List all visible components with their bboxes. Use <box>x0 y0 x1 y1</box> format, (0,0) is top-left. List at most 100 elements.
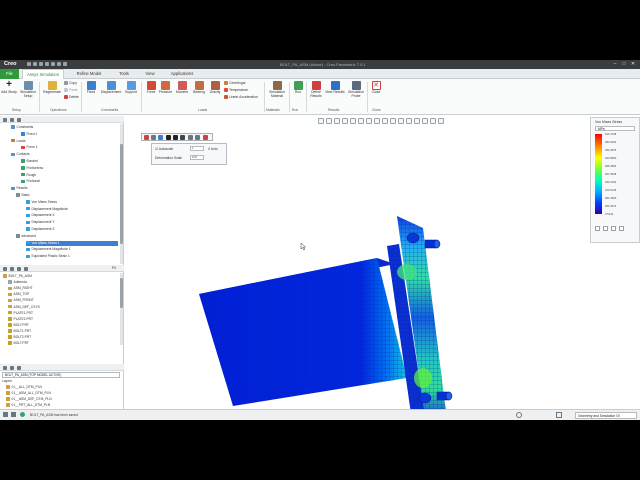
unit-select[interactable]: MPa <box>595 126 635 131</box>
scale-select[interactable]: 1 <box>190 146 204 151</box>
new-icon[interactable] <box>27 62 31 66</box>
regenerate-icon[interactable] <box>57 62 61 66</box>
step-icon[interactable] <box>180 135 185 140</box>
tree-item[interactable]: Von Mises Stress <box>26 200 118 205</box>
tree-item[interactable]: Loads <box>11 139 118 144</box>
model-tree-item[interactable]: BOLT1.PRT <box>8 329 31 334</box>
legend-settings-icon[interactable] <box>595 226 600 231</box>
tree-item[interactable]: Displacement Magnitude 1 <box>26 247 118 252</box>
model-tree-item[interactable]: ASM_FRONT <box>8 298 34 303</box>
legend-export-icon[interactable] <box>619 226 624 231</box>
model-tree-icon[interactable] <box>3 266 7 271</box>
tree-item[interactable]: Displacement Z <box>26 227 118 232</box>
tree-item[interactable]: Frictionless <box>21 166 118 171</box>
stop-icon[interactable] <box>144 135 149 140</box>
undo-icon[interactable] <box>45 62 49 66</box>
tab-view[interactable]: View <box>140 69 160 79</box>
legend-range-icon[interactable] <box>611 226 616 231</box>
layer-icon[interactable] <box>3 365 7 370</box>
regenerate-status-icon[interactable] <box>516 412 522 418</box>
view-results-button[interactable]: View Results <box>325 81 345 95</box>
tree-item[interactable]: Basic <box>16 193 118 198</box>
graphics-window[interactable]: ☑ Autoscale 1 X Auto Deformation Scale 1… <box>125 116 640 409</box>
redo-icon[interactable] <box>51 62 55 66</box>
simulation-probe-button[interactable]: Simulation Probe <box>345 81 367 99</box>
active-layer-model-select[interactable]: BOLT_PA_ASM (TOP MODEL ACTIVE) <box>2 372 120 378</box>
tab-ansys-simulation[interactable]: Ansys Simulation <box>22 69 64 79</box>
support-button[interactable]: Support <box>122 81 140 95</box>
deformation-scale-input[interactable]: 100 <box>190 155 204 160</box>
browser-toggle-icon[interactable] <box>11 412 16 417</box>
moment-button[interactable]: Moment <box>173 81 191 95</box>
settings-icon[interactable] <box>158 135 163 140</box>
close-simulation-button[interactable]: ✕ Close <box>367 81 385 95</box>
model-tree-item[interactable]: BOLT2.PRT <box>8 335 31 340</box>
tab-refine-model[interactable]: Refine Model <box>70 69 108 79</box>
model-tree-item[interactable]: BOLT.PRT <box>8 341 29 346</box>
tree-item[interactable]: Displacement Y <box>26 220 118 225</box>
run-button[interactable]: Run <box>289 81 307 95</box>
simulation-material-button[interactable]: Simulation Material <box>266 81 288 99</box>
tree-item[interactable]: Force 1 <box>21 145 118 150</box>
tree-item[interactable]: Results <box>11 186 118 191</box>
tree-item[interactable]: advanced <box>16 234 118 239</box>
tree-item[interactable]: Displacement Magnitude <box>26 207 118 212</box>
layer-item[interactable]: 01__ALL_DTM_PLN <box>6 385 42 390</box>
tree-item[interactable]: Displacement X <box>26 213 118 218</box>
tree-item[interactable]: Bonded <box>21 159 118 164</box>
maximize-button[interactable]: □ <box>620 61 628 68</box>
model-tree-item[interactable]: PLATE1.PRT <box>8 311 33 316</box>
temperature-button[interactable]: Temperature <box>224 88 248 93</box>
model-tree-scrollbar[interactable] <box>120 273 123 345</box>
autoscale-checkbox[interactable]: ☑ Autoscale <box>155 147 173 151</box>
open-icon[interactable] <box>33 62 37 66</box>
model-tree-item[interactable]: PLATE2.PRT <box>8 317 33 322</box>
model-tree-icon[interactable] <box>3 117 7 122</box>
loop-icon[interactable] <box>188 135 193 140</box>
tree-item[interactable]: Von Mises Stress 1 <box>26 240 118 246</box>
model-tree-item[interactable]: BOLT_PA_ASM <box>3 274 32 279</box>
layer-item[interactable]: 01__ASM_ALL_DTM_PLN <box>6 391 51 396</box>
folder-icon[interactable] <box>10 117 14 122</box>
paste-button[interactable]: Paste <box>64 88 78 93</box>
tree-item[interactable]: Rough <box>21 173 118 178</box>
fixed-button[interactable]: Fixed <box>82 81 100 95</box>
favorites-icon[interactable] <box>17 117 21 122</box>
tab-applications[interactable]: Applications <box>165 69 199 79</box>
layer-item[interactable]: 01__PRT_ALL_DTM_PLN <box>6 403 50 408</box>
settings-icon[interactable] <box>17 266 21 271</box>
legend-format-icon[interactable] <box>603 226 608 231</box>
model-tree-item[interactable]: ASM_TOP <box>8 292 29 297</box>
model-tree-item[interactable]: ASM_DEF_CSYS <box>8 305 40 310</box>
view-icon[interactable] <box>151 135 156 140</box>
model-tree-item[interactable]: ASM_RIGHT <box>8 286 33 291</box>
add-study-button[interactable]: + Add Study <box>0 80 18 95</box>
layer-item[interactable]: 01__ASM_DEF_DTM_PLN <box>6 397 52 402</box>
windows-icon[interactable] <box>63 62 67 66</box>
settings-icon[interactable] <box>10 365 14 370</box>
show-icon[interactable] <box>24 266 28 271</box>
model-tree-item[interactable]: Addenda <box>8 280 27 285</box>
layer-icon[interactable] <box>10 266 14 271</box>
regenerate-button[interactable]: Regenerate <box>41 81 63 95</box>
minimize-button[interactable]: – <box>611 61 619 68</box>
linear-acceleration-button[interactable]: Linear Acceleration <box>224 95 258 100</box>
delete-button[interactable]: Delete <box>64 95 79 100</box>
selection-filter-dropdown[interactable]: Geometry and Simulation Ot <box>575 412 637 419</box>
define-results-button[interactable]: Define Results <box>306 81 326 99</box>
gravity-button[interactable]: Gravity <box>206 81 224 95</box>
centrifugal-button[interactable]: Centrifugal <box>224 81 245 86</box>
tree-item[interactable]: Contacts <box>11 152 118 157</box>
save-icon[interactable] <box>39 62 43 66</box>
displacement-button[interactable]: Displacement <box>100 81 122 95</box>
tree-item[interactable]: Equivalent Plastic Strain 1 <box>26 254 118 259</box>
selection-filter-icon[interactable] <box>556 412 562 418</box>
show-icon[interactable] <box>17 365 21 370</box>
pause-icon[interactable] <box>173 135 178 140</box>
speed-icon[interactable] <box>195 135 200 140</box>
simulation-setup-button[interactable]: Simulation Setup <box>19 81 37 99</box>
tab-file[interactable]: File <box>0 69 19 79</box>
close-icon[interactable] <box>203 135 208 140</box>
play-icon[interactable] <box>166 135 171 140</box>
model-tree-item[interactable]: BOLT.PRT <box>8 323 29 328</box>
